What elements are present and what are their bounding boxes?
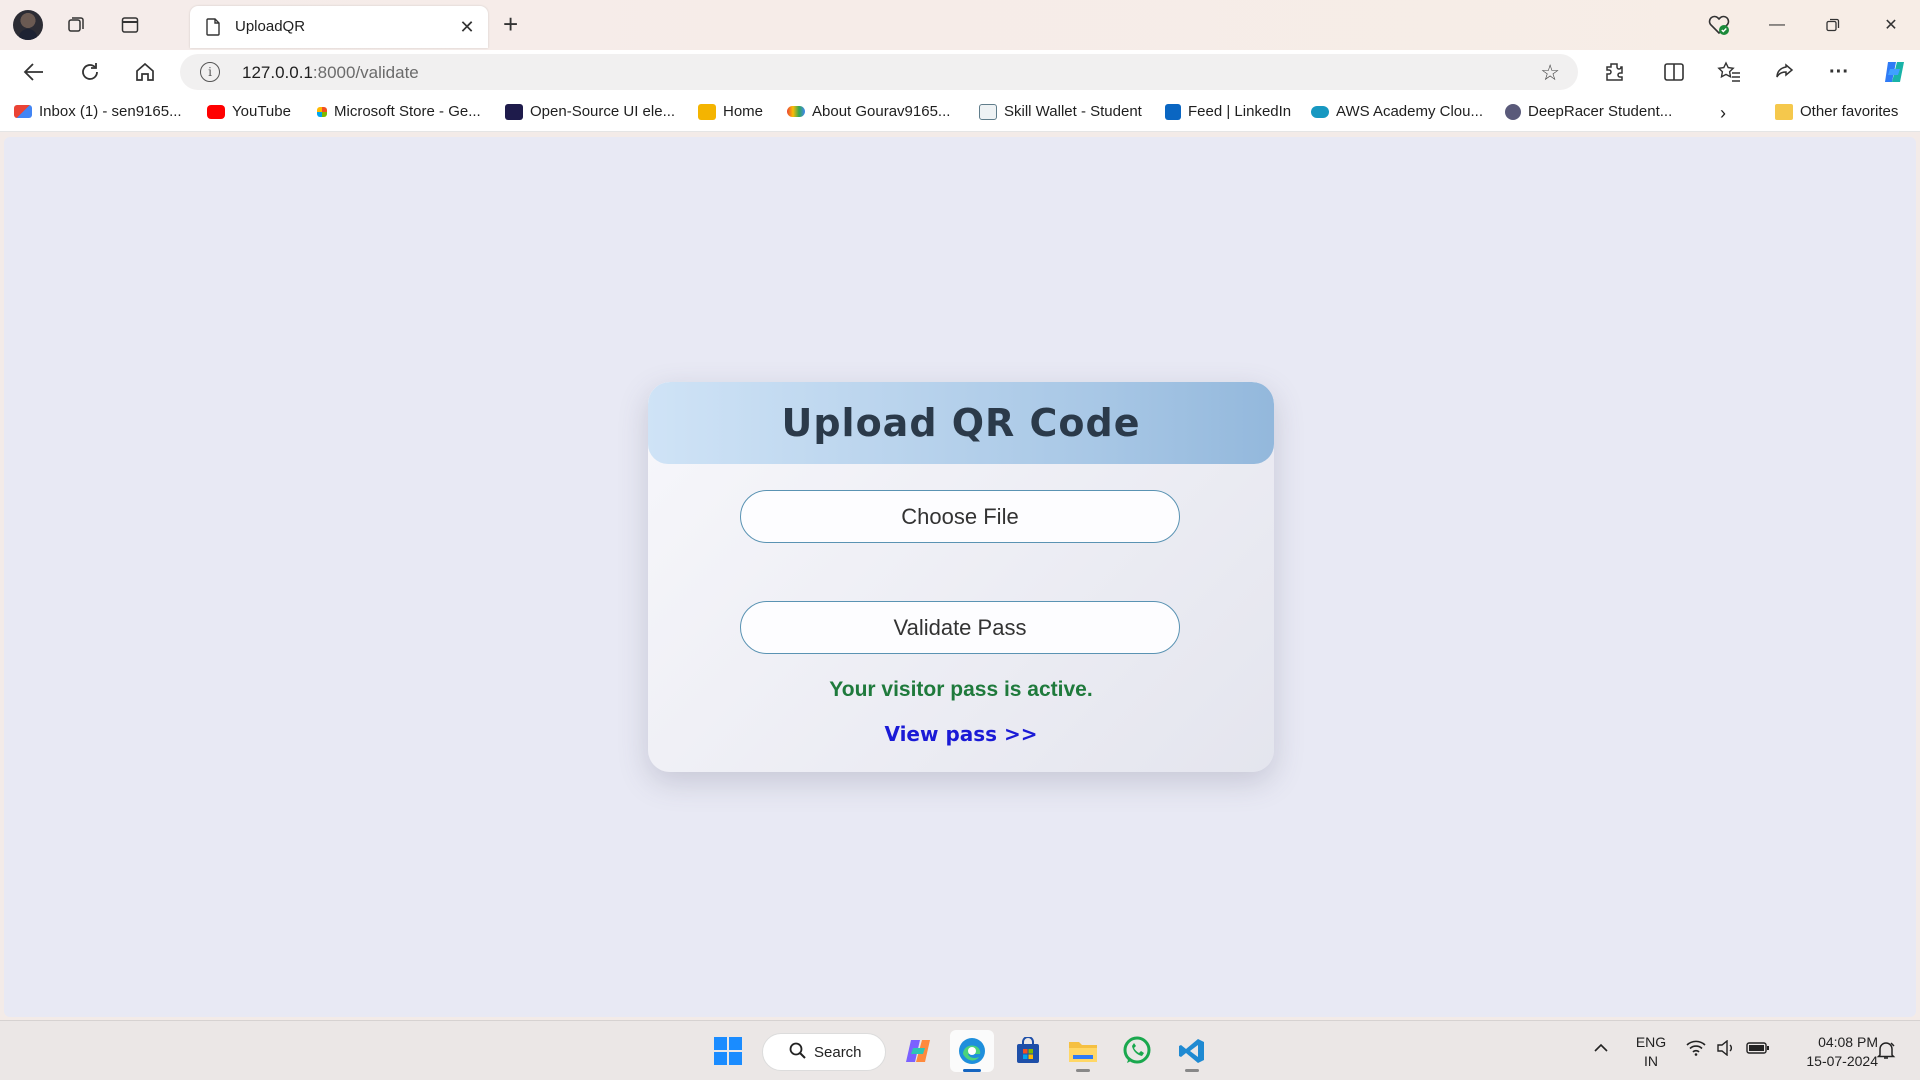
- favorite-item-home[interactable]: Home: [698, 103, 763, 120]
- start-button[interactable]: [706, 1030, 750, 1072]
- favorite-item-about[interactable]: About Gourav9165...: [787, 103, 950, 120]
- tab-title: UploadQR: [235, 18, 306, 35]
- favorite-item-microsoft-store[interactable]: Microsoft Store - Ge...: [317, 103, 481, 120]
- new-tab-button[interactable]: +: [503, 11, 518, 37]
- salesforce-cloud-icon: [1311, 105, 1329, 118]
- page-icon: [206, 18, 221, 41]
- choose-file-button[interactable]: Choose File: [740, 490, 1180, 543]
- skill-wallet-icon: [979, 103, 997, 120]
- copilot-icon[interactable]: [1880, 59, 1908, 85]
- upload-card: Upload QR Code Choose File Validate Pass…: [648, 382, 1274, 772]
- windows-taskbar: Search ENG IN 04:08 PM 15-07-2024: [0, 1020, 1920, 1080]
- close-window-button[interactable]: ✕: [1876, 12, 1906, 38]
- split-screen-icon[interactable]: [1660, 59, 1688, 85]
- favorites-bar: Inbox (1) - sen9165... YouTube Microsoft…: [0, 94, 1920, 132]
- favorite-item-youtube[interactable]: YouTube: [207, 103, 291, 120]
- wifi-icon[interactable]: [1686, 1040, 1706, 1061]
- tab-uploadqr[interactable]: UploadQR ✕: [190, 6, 488, 48]
- view-pass-link[interactable]: View pass >>: [648, 722, 1274, 746]
- microsoft-store-icon: [317, 106, 327, 117]
- uiverse-icon: [505, 103, 523, 120]
- validate-pass-button[interactable]: Validate Pass: [740, 601, 1180, 654]
- deepracer-icon: [1505, 103, 1521, 120]
- battery-icon[interactable]: [1746, 1040, 1770, 1061]
- file-explorer-app-icon[interactable]: [1061, 1030, 1105, 1072]
- refresh-icon[interactable]: [76, 59, 104, 85]
- profile-avatar[interactable]: [13, 10, 43, 40]
- microsoft-store-app-icon[interactable]: [1006, 1030, 1050, 1072]
- notifications-bell-icon[interactable]: [1876, 1040, 1896, 1065]
- favorite-item-skill-wallet[interactable]: Skill Wallet - Student: [979, 103, 1142, 120]
- vscode-app-icon[interactable]: [1170, 1030, 1214, 1072]
- volume-icon[interactable]: [1716, 1039, 1736, 1061]
- address-bar[interactable]: i 127.0.0.1:8000/validate ☆: [180, 54, 1578, 90]
- extensions-icon[interactable]: [1600, 59, 1628, 85]
- more-options-icon[interactable]: ···: [1825, 59, 1853, 85]
- linkedin-icon: [1165, 103, 1181, 120]
- google-cloud-icon: [787, 106, 805, 117]
- home-icon[interactable]: [131, 59, 159, 85]
- favorite-item-gmail[interactable]: Inbox (1) - sen9165...: [14, 103, 182, 120]
- clock[interactable]: 04:08 PM 15-07-2024: [1782, 1033, 1878, 1071]
- taskbar-search[interactable]: Search: [762, 1033, 886, 1071]
- workspaces-icon[interactable]: [63, 12, 89, 38]
- page-title: Upload QR Code: [781, 401, 1141, 445]
- share-icon[interactable]: [1770, 59, 1798, 85]
- browser-title-bar: UploadQR ✕ + — ✕: [0, 0, 1920, 50]
- favorites-icon[interactable]: [1715, 59, 1743, 85]
- favorite-item-deepracer[interactable]: DeepRacer Student...: [1505, 103, 1672, 120]
- favorite-item-linkedin[interactable]: Feed | LinkedIn: [1165, 103, 1291, 120]
- vertical-tabs-icon[interactable]: [117, 12, 143, 38]
- browser-essentials-icon[interactable]: [1706, 12, 1732, 38]
- status-message: Your visitor pass is active.: [829, 678, 1093, 701]
- chevron-right-icon[interactable]: ›: [1720, 103, 1726, 124]
- gmail-icon: [14, 105, 32, 118]
- whatsapp-app-icon[interactable]: [1115, 1030, 1159, 1072]
- navigation-bar: i 127.0.0.1:8000/validate ☆ ···: [0, 50, 1920, 94]
- show-hidden-icons-chevron-up-icon[interactable]: [1593, 1040, 1609, 1061]
- minimize-button[interactable]: —: [1762, 12, 1792, 38]
- classroom-icon: [698, 103, 716, 120]
- favorite-item-uiverse[interactable]: Open-Source UI ele...: [505, 103, 675, 120]
- search-icon: [789, 1042, 806, 1063]
- input-language-indicator[interactable]: ENG IN: [1633, 1033, 1669, 1071]
- edge-app-icon[interactable]: [950, 1030, 994, 1072]
- copilot-app-icon[interactable]: [896, 1030, 940, 1072]
- card-header: Upload QR Code: [648, 382, 1274, 464]
- favorite-star-icon[interactable]: ☆: [1540, 60, 1560, 86]
- windows-logo-icon: [714, 1037, 742, 1065]
- close-tab-icon[interactable]: ✕: [456, 16, 478, 38]
- favorite-item-aws-academy[interactable]: AWS Academy Clou...: [1311, 103, 1483, 120]
- page-viewport: Upload QR Code Choose File Validate Pass…: [4, 137, 1916, 1017]
- folder-icon: [1775, 103, 1793, 120]
- back-icon[interactable]: [20, 59, 48, 85]
- other-favorites-folder[interactable]: Other favorites: [1775, 103, 1898, 120]
- youtube-icon: [207, 104, 225, 119]
- restore-button[interactable]: [1818, 12, 1848, 38]
- url-text[interactable]: 127.0.0.1:8000/validate: [242, 63, 419, 83]
- site-info-icon[interactable]: i: [200, 62, 220, 82]
